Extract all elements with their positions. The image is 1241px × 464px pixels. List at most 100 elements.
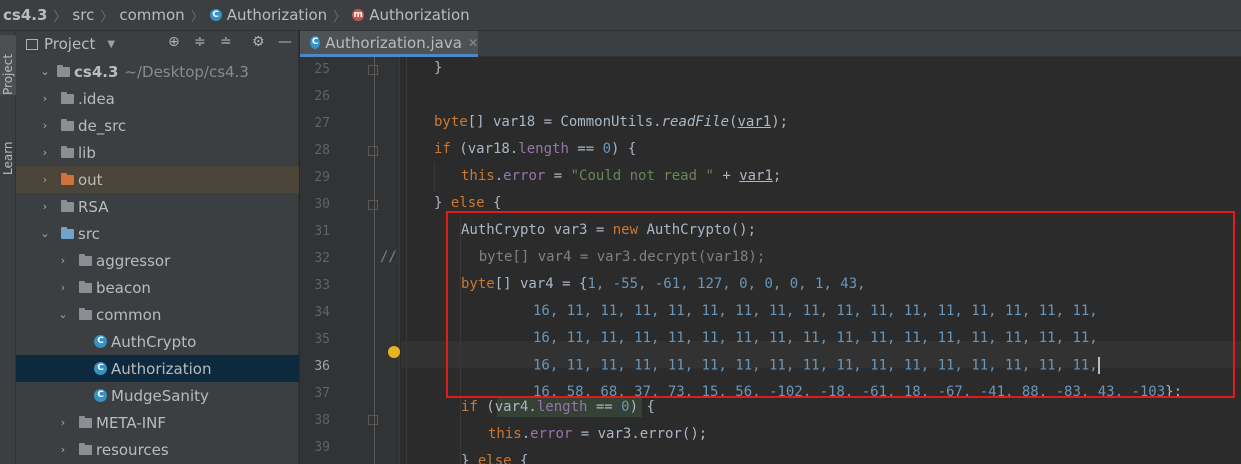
tree-item-common[interactable]: ⌄ common: [16, 301, 299, 328]
tree-item-label: MudgeSanity: [111, 386, 209, 405]
comment-marker: //: [380, 249, 397, 265]
project-panel: Project ▼ ⊕ ≑ ≐ ⚙ — ⌄ cs4.3 ~/Desktop/cs…: [16, 31, 299, 464]
hide-panel-icon[interactable]: —: [278, 34, 292, 50]
excluded-folder-icon: [61, 172, 74, 185]
breadcrumb-separator-icon: 〉: [53, 9, 67, 25]
code-token: error: [503, 168, 546, 184]
breadcrumb-class-label: Authorization: [226, 6, 328, 24]
tree-item-label: .idea: [78, 89, 115, 108]
tree-item-src[interactable]: ⌄ src: [16, 220, 299, 247]
tree-item-meta-inf[interactable]: › META-INF: [16, 409, 299, 436]
tree-item-label: out: [78, 170, 103, 189]
navigation-breadcrumb: cs4.3 〉 src 〉 common 〉 C Authorization 〉…: [0, 0, 1241, 31]
chevron-right-icon[interactable]: ›: [38, 200, 52, 213]
line-number: 34: [314, 305, 330, 320]
folder-icon: [61, 145, 74, 158]
close-icon[interactable]: ✕: [468, 36, 478, 50]
java-class-icon: C: [94, 362, 107, 375]
code-line-38: if (var4.length == 0) {: [461, 399, 655, 415]
breadcrumb-member[interactable]: m Authorization: [352, 6, 470, 24]
breadcrumb-separator-icon: 〉: [190, 9, 204, 25]
code-token: .: [521, 426, 531, 442]
java-class-icon: C: [310, 36, 321, 49]
code-token: length: [536, 399, 588, 415]
line-number: 39: [314, 440, 330, 455]
fold-marker-icon[interactable]: [368, 65, 378, 75]
chevron-right-icon[interactable]: ›: [56, 281, 70, 294]
tree-item-rsa[interactable]: › RSA: [16, 193, 299, 220]
chevron-down-icon[interactable]: ⌄: [38, 227, 52, 240]
tree-item-resources[interactable]: › resources: [16, 436, 299, 463]
tree-item-label: lib: [78, 143, 96, 162]
code-token: byte: [434, 114, 468, 130]
editor-tab-authorization-java[interactable]: C Authorization.java ✕: [300, 31, 478, 57]
expand-all-icon[interactable]: ≑: [194, 34, 206, 50]
tree-item-aggressor[interactable]: › aggressor: [16, 247, 299, 274]
code-token: else: [450, 195, 485, 211]
chevron-right-icon[interactable]: ›: [38, 146, 52, 159]
learn-tool-tab[interactable]: Learn: [0, 115, 16, 175]
chevron-right-icon[interactable]: ›: [56, 254, 70, 267]
code-token: {: [484, 195, 502, 211]
line-number: 32: [314, 251, 330, 266]
chevron-right-icon[interactable]: ›: [38, 173, 52, 186]
java-class-icon: C: [94, 335, 107, 348]
code-token: [] var18 = CommonUtils.: [467, 114, 662, 130]
package-icon: [79, 280, 92, 293]
tree-item-cs4-3[interactable]: ⌄ cs4.3 ~/Desktop/cs4.3: [16, 58, 299, 85]
chevron-down-icon[interactable]: ▼: [107, 39, 115, 50]
lightbulb-icon[interactable]: [388, 346, 400, 358]
code-token: (var4.: [477, 399, 537, 415]
chevron-down-icon[interactable]: ⌄: [38, 65, 52, 78]
code-token: }: [434, 195, 451, 211]
tree-item-beacon[interactable]: › beacon: [16, 274, 299, 301]
chevron-right-icon[interactable]: ›: [38, 92, 52, 105]
fold-marker-icon[interactable]: [368, 200, 378, 210]
folder-icon: [79, 415, 92, 428]
collapse-all-icon[interactable]: ≐: [220, 34, 232, 50]
tree-item-path: ~/Desktop/cs4.3: [124, 62, 249, 81]
tree-item-label: Authorization: [111, 359, 212, 378]
package-icon: [79, 307, 92, 320]
breadcrumb-separator-icon: 〉: [100, 9, 114, 25]
method-icon: m: [352, 9, 365, 21]
code-token: 0: [602, 141, 612, 157]
tree-item-de-src[interactable]: › de_src: [16, 112, 299, 139]
breadcrumb-project[interactable]: cs4.3: [3, 6, 47, 24]
tree-item-lib[interactable]: › lib: [16, 139, 299, 166]
chevron-down-icon[interactable]: ⌄: [56, 308, 70, 321]
line-number: 29: [314, 170, 330, 185]
breadcrumb-src[interactable]: src: [72, 6, 94, 24]
line-number: 28: [314, 143, 330, 158]
breadcrumb-class[interactable]: C Authorization: [209, 6, 328, 24]
code-line-28: if (var18.length == 0) {: [434, 141, 636, 157]
tree-item-out[interactable]: › out: [16, 166, 299, 193]
code-line-27: byte[] var18 = CommonUtils.readFile(var1…: [434, 114, 788, 130]
line-number: 33: [314, 278, 330, 293]
project-tool-tab[interactable]: Project: [0, 35, 16, 95]
class-icon: C: [209, 9, 222, 21]
code-token: }: [461, 453, 478, 464]
fold-marker-icon[interactable]: [368, 415, 378, 425]
chevron-right-icon[interactable]: ›: [56, 443, 70, 456]
fold-marker-icon[interactable]: [368, 146, 378, 156]
tree-item-label: RSA: [78, 197, 109, 216]
tree-item-label: cs4.3: [74, 62, 119, 81]
left-tool-strip: Project Learn: [0, 31, 16, 464]
code-token: this: [488, 426, 522, 442]
gear-icon[interactable]: ⚙: [252, 34, 265, 50]
breadcrumb-common[interactable]: common: [119, 6, 184, 24]
locate-file-icon[interactable]: ⊕: [168, 34, 180, 50]
tree-item-authcrypto[interactable]: C AuthCrypto: [16, 328, 299, 355]
fold-guide-line: [374, 57, 375, 464]
tree-item-idea[interactable]: › .idea: [16, 85, 299, 112]
chevron-right-icon[interactable]: ›: [56, 416, 70, 429]
chevron-right-icon[interactable]: ›: [38, 119, 52, 132]
tree-item-authorization[interactable]: C Authorization: [16, 355, 299, 382]
project-view-selector[interactable]: Project: [44, 35, 95, 53]
line-number: 38: [314, 413, 330, 428]
line-number: 26: [314, 89, 330, 104]
breadcrumb-separator-icon: 〉: [333, 9, 347, 25]
tree-item-label: beacon: [96, 278, 151, 297]
tree-item-mudgesanity[interactable]: C MudgeSanity: [16, 382, 299, 409]
